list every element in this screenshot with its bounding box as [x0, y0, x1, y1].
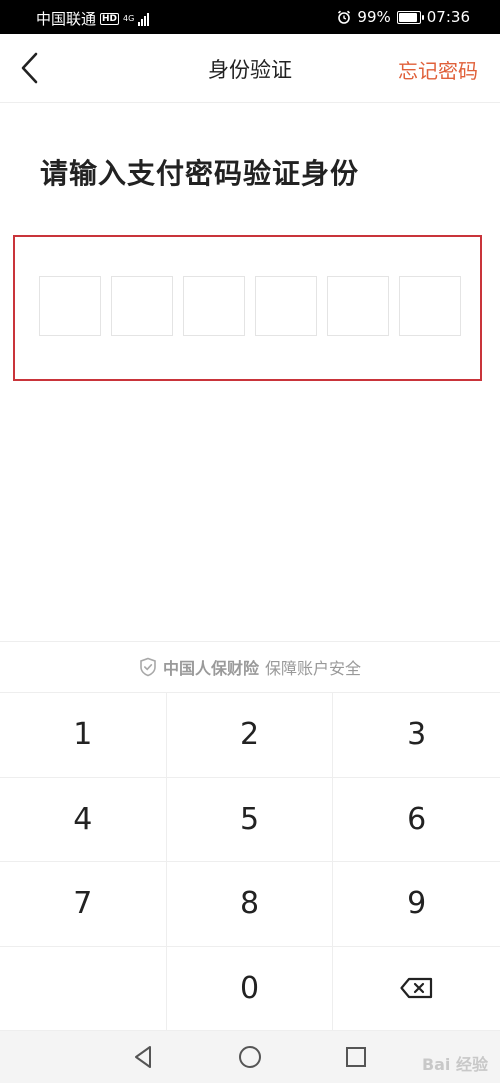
- shield-check-icon: [140, 657, 156, 677]
- pin-cell[interactable]: [399, 276, 461, 336]
- key-3[interactable]: 3: [333, 693, 500, 778]
- password-prompt: 请输入支付密码验证身份: [40, 157, 360, 190]
- key-4[interactable]: 4: [0, 777, 167, 862]
- status-bar: 中国联通 HD 4G 99% 07:36: [0, 0, 500, 34]
- pin-cell[interactable]: [111, 276, 173, 336]
- battery-fill: [398, 12, 417, 22]
- battery-percent: 99%: [357, 8, 391, 26]
- key-7[interactable]: 7: [0, 862, 167, 947]
- key-8[interactable]: 8: [166, 862, 334, 947]
- system-nav-bar: Bai 经验: [0, 1031, 500, 1083]
- key-5[interactable]: 5: [166, 777, 334, 862]
- back-triangle-icon: [135, 1046, 151, 1068]
- backspace-icon: [400, 978, 432, 999]
- key-9[interactable]: 9: [333, 862, 500, 947]
- numeric-keypad: 1 2 3 4 5 6 7 8 9 0: [0, 693, 500, 1031]
- hd-badge: HD: [100, 12, 120, 25]
- nav-bar: 身份验证 忘记密码: [0, 34, 500, 103]
- back-button[interactable]: [12, 48, 52, 88]
- pin-cell[interactable]: [255, 276, 317, 336]
- security-notice: 中国人保财险 保障账户安全: [0, 641, 500, 693]
- forgot-password-link[interactable]: 忘记密码: [398, 55, 478, 84]
- security-text: 保障账户安全: [265, 659, 362, 678]
- pin-input[interactable]: [39, 276, 461, 336]
- key-6[interactable]: 6: [333, 778, 500, 862]
- clock: 07:36: [426, 8, 470, 26]
- key-1[interactable]: 1: [0, 693, 167, 778]
- network-type: 4G: [123, 13, 135, 23]
- delete-key[interactable]: [333, 947, 500, 1031]
- battery-icon: [396, 10, 424, 24]
- security-brand: 中国人保财险: [162, 659, 259, 678]
- system-recents-button[interactable]: [342, 1043, 370, 1071]
- system-back-button[interactable]: [130, 1043, 158, 1071]
- pin-cell[interactable]: [39, 276, 101, 336]
- key-0[interactable]: 0: [166, 946, 334, 1031]
- alarm-icon: [338, 10, 351, 24]
- chevron-left-icon: [21, 52, 38, 84]
- recents-square-icon: [346, 1047, 366, 1067]
- home-circle-icon: [239, 1046, 261, 1068]
- pin-cell[interactable]: [183, 276, 245, 336]
- pin-cell[interactable]: [327, 276, 389, 336]
- watermark: Bai 经验: [421, 1055, 488, 1074]
- key-blank: [0, 946, 167, 1031]
- carrier-name: 中国联通: [36, 10, 97, 28]
- system-home-button[interactable]: [236, 1043, 264, 1071]
- signal-icon: [138, 12, 150, 26]
- key-2[interactable]: 2: [166, 693, 334, 778]
